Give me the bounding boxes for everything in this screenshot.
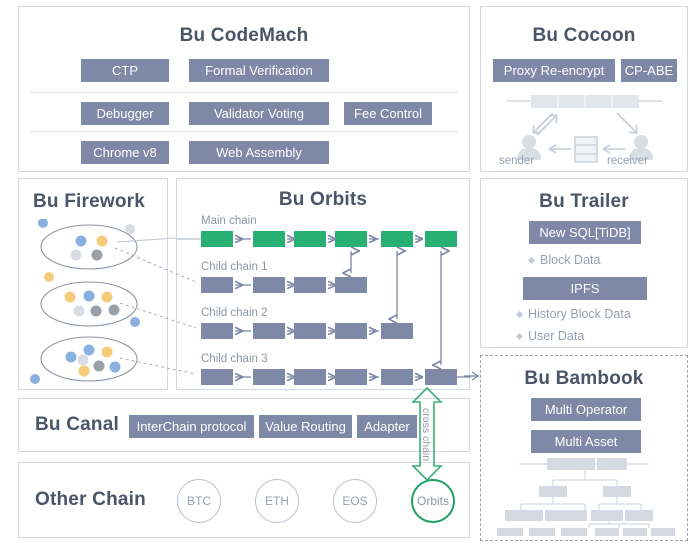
chip-web-assembly[interactable]: Web Assembly: [189, 141, 329, 164]
firework-cluster-illustration: [30, 219, 140, 384]
panel-bu-cocoon: Bu Cocoon Proxy Re-encrypt CP-ABE sender…: [480, 6, 688, 172]
panel-bu-orbits: Bu Orbits Main chain Child chain 1 Child…: [176, 178, 471, 390]
bullet-user-data: User Data: [515, 329, 585, 343]
bambook-tree-illustration: [497, 458, 675, 536]
chip-adapter[interactable]: Adapter: [357, 415, 417, 438]
panel-title-bu-cocoon: Bu Cocoon: [532, 25, 636, 46]
bullet-history-block-data-label: History Block Data: [528, 307, 631, 321]
chip-cp-abe[interactable]: CP-ABE: [621, 59, 677, 82]
diamond-bullet-icon: [515, 333, 524, 341]
chip-interchain-protocol[interactable]: InterChain protocol: [129, 415, 254, 438]
panel-title-bu-trailer: Bu Trailer: [539, 191, 629, 212]
codemach-divider-1: [31, 92, 457, 93]
panel-other-chain: Other Chain BTC ETH EOS Orbits: [18, 462, 470, 538]
chip-ipfs[interactable]: IPFS: [523, 277, 647, 300]
bullet-block-data-label: Block Data: [540, 253, 601, 267]
diagram-canvas: Bu CodeMach CTP Formal Verification Debu…: [0, 0, 695, 547]
chip-multi-asset[interactable]: Multi Asset: [531, 430, 641, 453]
panel-title-bu-bambook: Bu Bambook: [524, 368, 644, 389]
panel-bu-canal: Bu Canal InterChain protocol Value Routi…: [18, 398, 470, 452]
chip-chrome-v8[interactable]: Chrome v8: [81, 141, 169, 164]
chip-validator-voting[interactable]: Validator Voting: [189, 102, 329, 125]
diamond-bullet-icon: [515, 311, 524, 319]
cocoon-sender-label: sender: [499, 155, 535, 167]
chip-multi-operator[interactable]: Multi Operator: [531, 398, 641, 421]
codemach-divider-2: [31, 131, 457, 132]
document-icon: [574, 136, 598, 163]
chip-new-sql-tidb[interactable]: New SQL[TiDB]: [529, 221, 641, 244]
chain-circle-eth[interactable]: ETH: [255, 479, 299, 523]
diamond-bullet-icon: [527, 257, 536, 265]
panel-title-bu-codemach: Bu CodeMach: [179, 25, 309, 46]
chip-debugger[interactable]: Debugger: [81, 102, 169, 125]
cocoon-receiver-label: receiver: [607, 155, 648, 167]
chip-formal-verification[interactable]: Formal Verification: [189, 59, 329, 82]
panel-bu-bambook: Bu Bambook Multi Operator Multi Asset: [480, 355, 688, 541]
bullet-user-data-label: User Data: [528, 329, 585, 343]
chip-ctp[interactable]: CTP: [81, 59, 169, 82]
chip-fee-control[interactable]: Fee Control: [344, 102, 432, 125]
cross-chain-label: cross chain: [420, 408, 432, 462]
chip-value-routing[interactable]: Value Routing: [259, 415, 352, 438]
panel-bu-firework: Bu Firework: [18, 178, 168, 390]
panel-bu-trailer: Bu Trailer New SQL[TiDB] Block Data IPFS…: [480, 178, 688, 348]
panel-bu-codemach: Bu CodeMach CTP Formal Verification Debu…: [18, 6, 470, 172]
chip-proxy-re-encrypt[interactable]: Proxy Re-encrypt: [493, 59, 615, 82]
panel-title-bu-firework: Bu Firework: [33, 191, 145, 212]
chain-circle-eos[interactable]: EOS: [333, 479, 377, 523]
bullet-history-block-data: History Block Data: [515, 307, 631, 321]
chain-circle-orbits[interactable]: Orbits: [411, 479, 455, 523]
bullet-block-data: Block Data: [527, 253, 601, 267]
panel-title-other-chain: Other Chain: [35, 489, 146, 510]
orbits-chain-diagram: [177, 231, 471, 385]
panel-title-bu-canal: Bu Canal: [35, 414, 119, 435]
chain-circle-btc[interactable]: BTC: [177, 479, 221, 523]
